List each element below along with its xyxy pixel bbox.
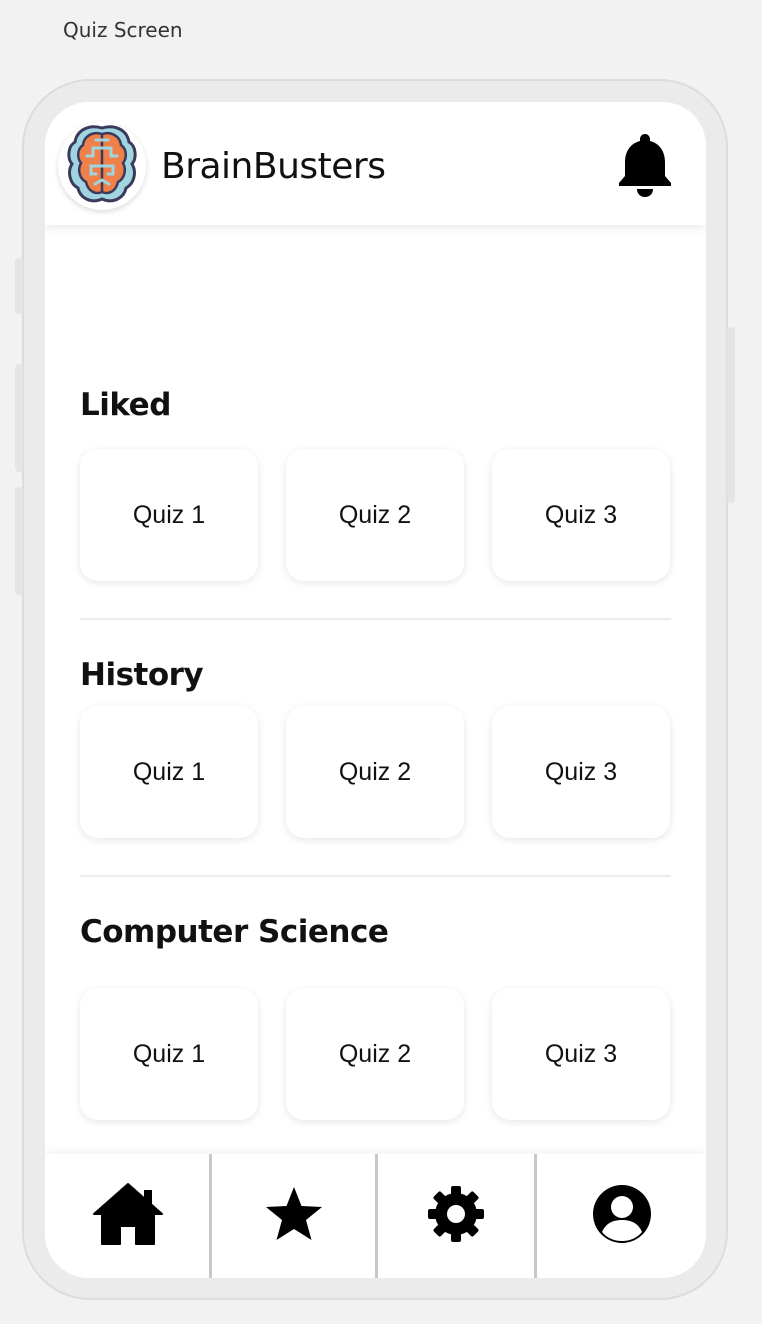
quiz-card[interactable]: Quiz 3 [492,988,670,1120]
bottom-nav [45,1154,706,1278]
star-icon [264,1185,324,1248]
home-icon [92,1182,164,1251]
nav-profile[interactable] [537,1154,706,1278]
section-title-computer-science: Computer Science [80,914,389,950]
nav-home[interactable] [45,1154,210,1278]
section-divider [80,618,671,620]
section-title-history: History [80,657,204,693]
brain-icon [65,122,139,211]
power-button [727,327,735,503]
quiz-card[interactable]: Quiz 1 [80,988,258,1120]
app-header: BrainBusters [45,102,706,225]
nav-settings[interactable] [378,1154,534,1278]
nav-favorites[interactable] [212,1154,375,1278]
section-title-liked: Liked [80,387,171,423]
bell-icon [617,134,673,202]
quiz-card[interactable]: Quiz 2 [286,988,464,1120]
mute-button [15,487,23,595]
frame-label: Quiz Screen [63,18,183,42]
profile-icon [592,1184,652,1249]
gear-icon [427,1185,485,1248]
notification-button[interactable] [617,132,673,198]
app-title: BrainBusters [161,146,386,187]
quiz-card[interactable]: Quiz 3 [492,706,670,838]
volume-up-button [15,258,23,314]
quiz-card[interactable]: Quiz 1 [80,449,258,581]
quiz-card[interactable]: Quiz 1 [80,706,258,838]
section-divider [80,875,671,877]
quiz-card[interactable]: Quiz 2 [286,706,464,838]
volume-down-button [15,364,23,472]
quiz-card[interactable]: Quiz 3 [492,449,670,581]
app-screen: BrainBusters Liked Quiz 1 Quiz 2 Quiz 3 … [45,102,706,1278]
quiz-card[interactable]: Quiz 2 [286,449,464,581]
app-logo [58,122,146,210]
